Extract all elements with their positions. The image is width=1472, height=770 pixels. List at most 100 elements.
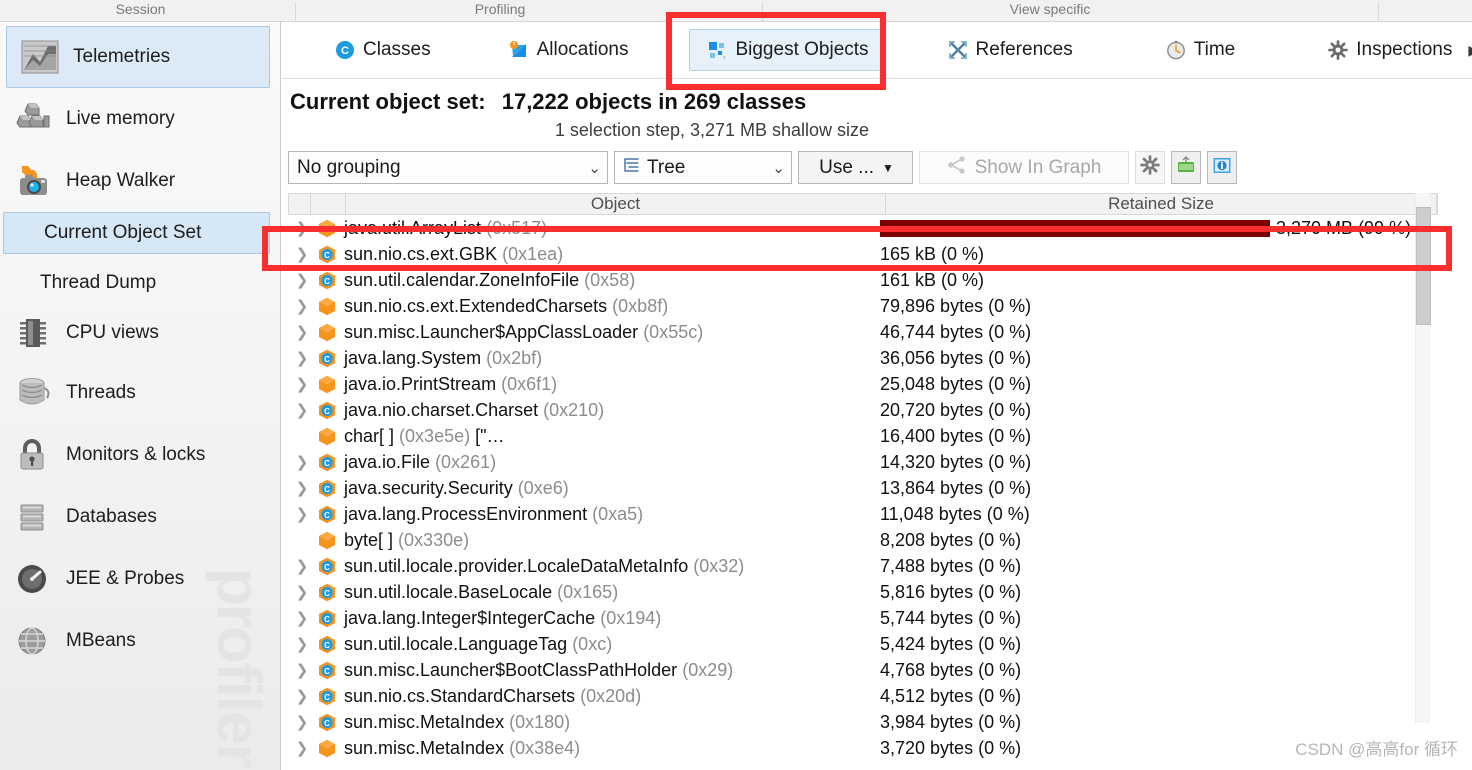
class-icon: C	[316, 609, 338, 628]
expand-chevron-icon[interactable]: ❯	[288, 245, 316, 263]
expand-chevron-icon[interactable]: ❯	[288, 453, 316, 471]
svg-text:C: C	[324, 693, 330, 702]
expand-chevron-icon[interactable]: ❯	[288, 375, 316, 393]
retained-size-cell: 3,270 MB (99 %)	[880, 218, 1411, 239]
object-name: java.lang.ProcessEnvironment (0xa5)	[344, 503, 644, 524]
expand-chevron-icon[interactable]: ❯	[288, 661, 316, 679]
table-row[interactable]: ❯ Csun.misc.MetaIndex (0x180) 3,984 bytes …	[288, 709, 1438, 735]
retained-size-cell: 46,744 bytes (0 %)	[880, 322, 1031, 343]
grouping-value: No grouping	[297, 156, 401, 178]
table-row[interactable]: ❯ sun.nio.cs.ext.ExtendedCharsets (0xb8f)…	[288, 293, 1438, 319]
inspections-icon	[1327, 39, 1349, 61]
expand-chevron-icon[interactable]: ❯	[288, 505, 316, 523]
header-spacer-2	[311, 194, 346, 214]
sidebar-item-databases[interactable]: Databases	[0, 486, 280, 548]
svg-text:C: C	[324, 719, 330, 728]
use-dropdown-button[interactable]: Use ... ▼	[798, 151, 913, 184]
vertical-scrollbar[interactable]	[1415, 193, 1431, 723]
info-button[interactable]	[1207, 151, 1237, 184]
table-row[interactable]: byte[ ] (0x330e) 8,208 bytes (0 %)	[288, 527, 1438, 553]
expand-chevron-icon[interactable]: ❯	[288, 609, 316, 627]
table-row[interactable]: ❯ java.util.ArrayList (0x517) 3,270 MB (99…	[288, 215, 1438, 241]
table-row[interactable]: ❯ Cjava.security.Security (0xe6) 13,864 by…	[288, 475, 1438, 501]
sidebar-item-current-object-set[interactable]: Current Object Set	[3, 212, 270, 254]
object-name: sun.util.calendar.ZoneInfoFile (0x58)	[344, 269, 636, 290]
object-name: java.util.ArrayList (0x517)	[344, 217, 548, 238]
tab-time[interactable]: Time	[1149, 29, 1252, 71]
expand-chevron-icon[interactable]: ❯	[288, 271, 316, 289]
expand-chevron-icon[interactable]: ❯	[288, 557, 316, 575]
tab-overflow-button[interactable]: ▶	[1468, 42, 1472, 59]
retained-size-cell: 8,208 bytes (0 %)	[880, 530, 1021, 551]
tab-inspections[interactable]: Inspections	[1311, 29, 1468, 71]
retained-size-label: 11,048 bytes (0 %)	[880, 503, 1030, 524]
table-row[interactable]: ❯ java.io.PrintStream (0x6f1) 25,048 bytes…	[288, 371, 1438, 397]
object-name: sun.misc.MetaIndex (0x180)	[344, 711, 571, 732]
object-name: java.io.File (0x261)	[344, 451, 497, 472]
threads-icon	[12, 372, 54, 414]
retained-size-label: 20,720 bytes (0 %)	[880, 399, 1032, 420]
tab-classes[interactable]: C Classes	[318, 29, 447, 71]
object-name: java.security.Security (0xe6)	[344, 477, 569, 498]
table-row[interactable]: ❯ Csun.util.locale.BaseLocale (0x165) 5,81…	[288, 579, 1438, 605]
retained-size-label: 4,768 bytes (0 %)	[880, 659, 1022, 680]
table-row[interactable]: ❯ Csun.util.calendar.ZoneInfoFile (0x58) 1…	[288, 267, 1438, 293]
grouping-select[interactable]: No grouping ⌄	[288, 151, 608, 184]
expand-chevron-icon[interactable]: ❯	[288, 583, 316, 601]
scrollbar-thumb[interactable]	[1416, 207, 1431, 325]
table-row[interactable]: ❯ Cjava.nio.charset.Charset (0x210) 20,720…	[288, 397, 1438, 423]
class-icon: C	[316, 635, 338, 654]
show-in-graph-button[interactable]: Show In Graph	[919, 151, 1129, 184]
expand-chevron-icon[interactable]: ❯	[288, 297, 316, 315]
expand-chevron-icon[interactable]: ❯	[288, 713, 316, 731]
expand-chevron-icon[interactable]: ❯	[288, 635, 316, 653]
expand-chevron-icon[interactable]: ❯	[288, 401, 316, 419]
table-row[interactable]: ❯ sun.misc.Launcher$AppClassLoader (0x55c…	[288, 319, 1438, 345]
table-row[interactable]: ❯ Csun.misc.Launcher$BootClassPathHolder …	[288, 657, 1438, 683]
expand-chevron-icon[interactable]: ❯	[288, 219, 316, 237]
sidebar-item-telemetries[interactable]: Telemetries	[6, 26, 270, 88]
expand-chevron-icon[interactable]: ❯	[288, 687, 316, 705]
sidebar-item-label: CPU views	[66, 322, 159, 343]
sidebar-item-monitors-locks[interactable]: Monitors & locks	[0, 424, 280, 486]
sidebar-item-label: Databases	[66, 506, 157, 527]
object-name: sun.nio.cs.ext.ExtendedCharsets (0xb8f)	[344, 295, 669, 316]
column-header-object[interactable]: Object	[346, 194, 886, 214]
retained-size-label: 3,270 MB (99 %)	[1276, 217, 1412, 238]
expand-chevron-icon[interactable]: ❯	[288, 479, 316, 497]
table-row[interactable]: ❯ Cjava.lang.ProcessEnvironment (0xa5) 11,…	[288, 501, 1438, 527]
settings-button[interactable]	[1135, 151, 1165, 184]
view-mode-select[interactable]: Tree ⌄	[614, 151, 792, 184]
table-row[interactable]: ❯ Csun.util.locale.provider.LocaleDataMet…	[288, 553, 1438, 579]
sidebar-item-cpu-views[interactable]: CPU views	[0, 304, 280, 362]
table-row[interactable]: ❯ Csun.nio.cs.StandardCharsets (0x20d) 4,5…	[288, 683, 1438, 709]
tab-allocations[interactable]: Allocations	[492, 29, 645, 71]
class-icon: C	[316, 557, 338, 576]
table-row[interactable]: ❯ Cjava.io.File (0x261) 14,320 bytes (0 %)	[288, 449, 1438, 475]
table-row[interactable]: ❯ Cjava.lang.Integer$IntegerCache (0x194)…	[288, 605, 1438, 631]
sidebar-item-threads[interactable]: Threads	[0, 362, 280, 424]
allocations-icon	[508, 39, 530, 61]
column-header-retained-size[interactable]: Retained Size ▼	[886, 194, 1437, 214]
retained-size-label: 79,896 bytes (0 %)	[880, 295, 1032, 316]
gear-icon	[1140, 155, 1160, 180]
table-row[interactable]: ❯ sun.misc.MetaIndex (0x38e4) 3,720 bytes …	[288, 735, 1438, 761]
page-title-value: 17,222 objects in 269 classes	[501, 89, 807, 114]
tab-label: Biggest Objects	[735, 39, 869, 60]
table-row[interactable]: char[ ] (0x3e5e) ["… 16,400 bytes (0 %)	[288, 423, 1438, 449]
sidebar-item-heap-walker[interactable]: Heap Walker	[0, 150, 280, 212]
retained-size-cell: 14,320 bytes (0 %)	[880, 452, 1031, 473]
table-row[interactable]: ❯ Csun.nio.cs.ext.GBK (0x1ea) 165 kB (0 %)	[288, 241, 1438, 267]
sidebar-item-thread-dump[interactable]: Thread Dump	[0, 262, 280, 304]
tab-biggest-objects[interactable]: Biggest Objects	[689, 29, 886, 71]
expand-chevron-icon[interactable]: ❯	[288, 739, 316, 757]
expand-chevron-icon[interactable]: ❯	[288, 349, 316, 367]
jprofiler-window: Session Profiling View specific Telemetr…	[0, 0, 1472, 770]
table-row[interactable]: ❯ Cjava.lang.System (0x2bf) 36,056 bytes (…	[288, 345, 1438, 371]
sidebar-item-live-memory[interactable]: Live memory	[0, 88, 280, 150]
table-row[interactable]: ❯ Csun.util.locale.LanguageTag (0xc) 5,424…	[288, 631, 1438, 657]
export-button[interactable]	[1171, 151, 1201, 184]
expand-chevron-icon[interactable]: ❯	[288, 323, 316, 341]
tab-references[interactable]: References	[931, 29, 1089, 71]
tab-label: Allocations	[536, 39, 629, 60]
